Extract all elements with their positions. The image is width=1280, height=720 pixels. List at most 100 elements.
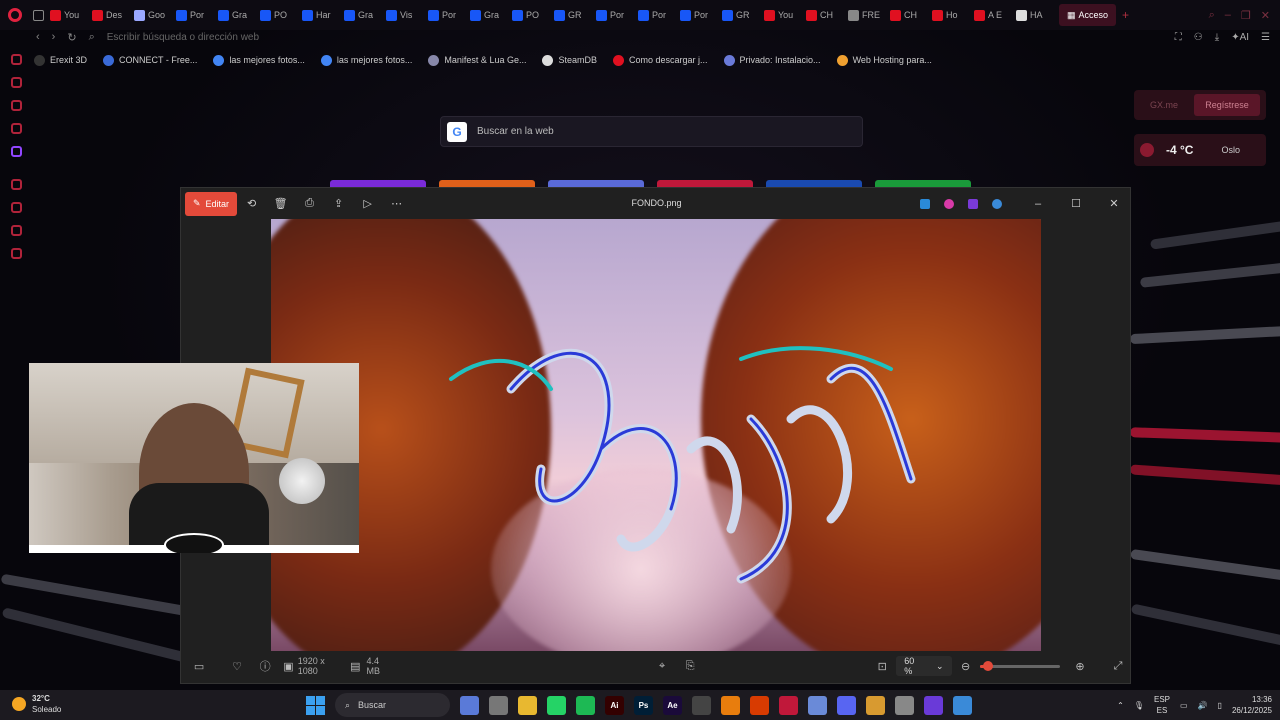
task-view-icon[interactable]	[489, 695, 508, 715]
web-search-box[interactable]: G Buscar en la web	[440, 116, 863, 147]
bookmark-item[interactable]: Web Hosting para...	[836, 54, 932, 66]
bookmark-item[interactable]: Erexit 3D	[34, 54, 87, 66]
tab-label: Por	[442, 10, 457, 20]
file-explorer-icon[interactable]	[518, 695, 537, 715]
zoom-slider-knob[interactable]	[983, 660, 994, 671]
office-icon[interactable]	[750, 695, 769, 715]
music-icon[interactable]	[10, 123, 22, 134]
bookmark-item[interactable]: Como descargar j...	[612, 54, 708, 66]
close-button[interactable]: ✕	[1098, 188, 1130, 219]
web-search-placeholder: Buscar en la web	[477, 126, 554, 137]
taskbar-search[interactable]: ⌕ Buscar	[335, 693, 450, 717]
more-icon[interactable]: ⋯	[382, 192, 411, 216]
gx-cleaner-icon[interactable]	[10, 77, 22, 88]
history-icon[interactable]	[10, 202, 22, 213]
forward-icon[interactable]: ›	[52, 31, 56, 43]
settings-icon[interactable]	[10, 248, 22, 259]
back-icon[interactable]: ‹	[36, 31, 40, 43]
network-icon[interactable]: ▭	[1180, 701, 1188, 710]
account-icon[interactable]: ⚇	[1194, 32, 1203, 43]
tab-active[interactable]: ▦ Acceso	[1059, 4, 1117, 26]
maximize-icon[interactable]: ❐	[1241, 9, 1251, 22]
discord-icon[interactable]	[837, 695, 856, 715]
gx-me-widget: GX.me Regístrese	[1134, 90, 1266, 120]
youtube-icon	[890, 9, 901, 21]
maximize-button[interactable]: ☐	[1060, 188, 1092, 219]
illustrator-icon[interactable]: Ai	[605, 695, 624, 715]
download-icon[interactable]: ⤓	[1215, 32, 1219, 43]
address-input[interactable]: Escribir búsqueda o dirección web	[107, 32, 259, 43]
snapshot-icon[interactable]: ⛶	[1175, 32, 1182, 43]
photos-icon[interactable]	[953, 695, 972, 715]
minimize-button[interactable]: –	[1022, 188, 1054, 219]
copilot-app-icon[interactable]	[940, 195, 958, 213]
close-icon[interactable]: ✕	[1261, 9, 1270, 22]
weather-widget[interactable]: -4 °C Oslo	[1134, 134, 1266, 166]
bookmark-item[interactable]: Manifest & Lua Ge...	[428, 54, 526, 66]
actual-size-icon[interactable]: ⊡	[868, 660, 896, 673]
bookmark-item[interactable]: las mejores fotos...	[320, 54, 412, 66]
photo-canvas[interactable]	[271, 219, 1041, 651]
visual-search-icon[interactable]: ⌖	[648, 660, 676, 673]
taskbar-weather[interactable]: 32°C Soleado	[12, 693, 61, 715]
search-tabs-icon[interactable]: ⌕	[1209, 9, 1215, 22]
whatsapp-icon[interactable]	[547, 695, 566, 715]
language-indicator[interactable]: ESP ES	[1154, 694, 1170, 716]
designer-app-icon[interactable]	[916, 195, 934, 213]
share-icon[interactable]: ⇪	[324, 192, 353, 216]
after-effects-icon[interactable]: Ae	[663, 695, 682, 715]
zoom-select[interactable]: 60 % ⌄	[896, 656, 952, 676]
zoom-in-icon[interactable]: ⊕	[1066, 660, 1094, 673]
favorite-icon[interactable]: ♡	[223, 660, 251, 673]
bookmark-item[interactable]: las mejores fotos...	[213, 54, 305, 66]
start-button[interactable]	[306, 695, 325, 715]
aria-ai-button[interactable]: ✦AI	[1231, 32, 1249, 43]
sun-icon	[12, 697, 26, 711]
app-icon[interactable]	[808, 695, 827, 715]
register-button[interactable]: Regístrese	[1194, 94, 1260, 116]
delete-icon[interactable]: 🗑	[266, 192, 295, 216]
slideshow-icon[interactable]: ▷	[353, 192, 382, 216]
edit-button[interactable]: ✎ Editar	[185, 191, 238, 216]
microphone-icon[interactable]: 🎙	[1134, 701, 1144, 710]
battery-icon[interactable]: ▯	[1218, 701, 1222, 710]
chrome-icon[interactable]	[895, 695, 914, 715]
bookmark-item[interactable]: CONNECT - Free...	[103, 54, 197, 66]
reload-icon[interactable]: ↻	[67, 31, 76, 44]
photoshop-icon[interactable]: Ps	[634, 695, 653, 715]
text-extract-icon[interactable]: ⎘	[676, 660, 704, 673]
gx-control-icon[interactable]	[10, 54, 22, 65]
widget-icon[interactable]	[460, 695, 479, 715]
behance-icon	[218, 9, 229, 21]
twitch-icon[interactable]	[10, 146, 22, 157]
minimize-icon[interactable]: –	[1225, 9, 1231, 21]
windows-taskbar: 32°C Soleado ⌕ Buscar Ai Ps Ae ⌃ 🎙 ESP ES …	[0, 690, 1280, 720]
bookmark-item[interactable]: Privado: Instalacio...	[723, 54, 821, 66]
blender-icon[interactable]	[721, 695, 740, 715]
weather-temperature: -4 °C	[1166, 143, 1194, 157]
gx-me-label[interactable]: GX.me	[1134, 100, 1194, 110]
zoom-out-icon[interactable]: ⊖	[952, 660, 980, 673]
store-icon[interactable]	[692, 695, 711, 715]
app2-icon[interactable]	[866, 695, 885, 715]
messenger-icon[interactable]	[10, 100, 22, 111]
rotate-icon[interactable]: ⟲	[237, 192, 266, 216]
zoom-slider[interactable]	[979, 660, 1060, 671]
workspace-icon	[33, 9, 44, 21]
filmstrip-icon[interactable]: ▭	[185, 660, 213, 673]
chevron-up-icon[interactable]: ⌃	[1117, 701, 1124, 710]
bookmark-item[interactable]: SteamDB	[542, 54, 597, 66]
info-icon[interactable]: ⓘ	[251, 658, 279, 674]
fullscreen-icon[interactable]: ⤢	[1104, 660, 1132, 673]
volume-icon[interactable]: 🔊	[1198, 701, 1208, 710]
clipchamp-app-icon[interactable]	[964, 195, 982, 213]
player-icon[interactable]	[10, 179, 22, 190]
app3-icon[interactable]	[924, 695, 943, 715]
extensions-icon[interactable]	[10, 225, 22, 236]
menu-icon[interactable]: ☰	[1261, 32, 1270, 43]
opera-gx-icon[interactable]	[779, 695, 798, 715]
spotify-icon[interactable]	[576, 695, 595, 715]
onedrive-icon[interactable]	[988, 195, 1006, 213]
clock[interactable]: 13:36 26/12/2025	[1232, 694, 1272, 716]
print-icon[interactable]: ⎙	[295, 192, 324, 216]
